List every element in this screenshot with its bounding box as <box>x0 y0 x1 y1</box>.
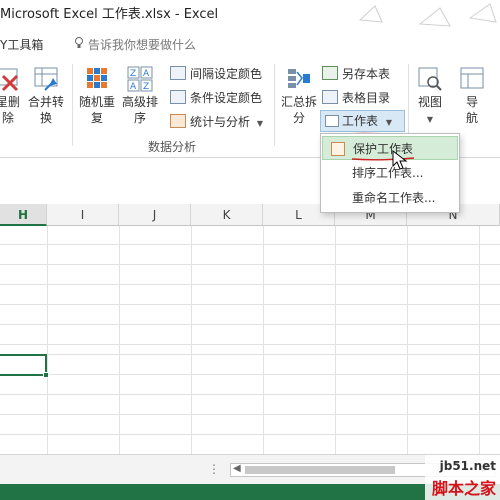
scroll-left-icon[interactable]: ◀ <box>233 463 241 474</box>
summarize-split-icon <box>288 69 310 88</box>
worksheet-label: 工作表 <box>342 114 379 128</box>
column-header-h[interactable]: H <box>0 204 47 226</box>
more-options-icon[interactable]: ⋮ <box>208 462 220 476</box>
advanced-sort-label-1: 高级排 <box>121 95 158 109</box>
merge-convert-label-1: 合并转 <box>27 95 64 109</box>
svg-text:Z: Z <box>143 82 149 92</box>
view-button[interactable]: 视图 ▼ <box>412 66 448 128</box>
save-sheet-as-button[interactable]: 另存本表 <box>322 64 390 84</box>
merge-convert-icon <box>34 67 58 91</box>
tell-me-search[interactable]: 告诉我你想要做什么 <box>74 36 196 53</box>
worksheet-dropdown-button[interactable]: 工作表 ▼ <box>320 110 405 132</box>
selected-cell[interactable] <box>0 354 47 376</box>
statistics-analysis-button[interactable]: 统计与分析 ▼ <box>170 112 263 132</box>
summarize-split-label-2: 分 <box>292 111 305 125</box>
save-sheet-label: 另存本表 <box>342 67 391 81</box>
fill-handle[interactable] <box>43 372 49 378</box>
view-icon <box>418 67 442 91</box>
column-header-j[interactable]: J <box>119 204 191 226</box>
title-bar: Microsoft Excel 工作表.xlsx - Excel <box>0 0 500 28</box>
delete-label-2: 除 <box>1 111 14 125</box>
summarize-split-button[interactable]: 汇总拆 分 <box>278 66 320 126</box>
chevron-down-icon: ▼ <box>256 119 263 128</box>
worksheet-icon <box>325 115 339 127</box>
delete-icon <box>0 68 19 92</box>
merge-convert-button[interactable]: 合并转 换 <box>24 66 68 126</box>
interval-color-label: 间隔设定颜色 <box>190 67 263 81</box>
delete-button[interactable]: 星删 除 <box>0 66 24 126</box>
navigation-label-2: 航 <box>465 111 478 125</box>
navigation-button[interactable]: 导 航 <box>454 66 490 126</box>
scrollbar-thumb[interactable] <box>245 466 395 474</box>
chevron-down-icon: ▼ <box>385 118 392 127</box>
random-repeat-label-1: 随机重 <box>78 95 115 109</box>
rename-sheets-label: 重命名工作表... <box>352 191 436 205</box>
menu-item-sort-sheets[interactable]: 排序工作表... <box>322 161 458 185</box>
ribbon-tab-row: Y工具箱 告诉我你想要做什么 <box>0 28 500 60</box>
worksheet-dropdown-menu: 保护工作表 排序工作表... 重命名工作表... <box>320 133 460 213</box>
sort-az-icon: Z A A Z <box>127 66 153 92</box>
worksheet-grid[interactable] <box>0 226 500 454</box>
tab-toolbox[interactable]: Y工具箱 <box>0 36 43 53</box>
advanced-sort-label-2: 序 <box>133 111 146 125</box>
menu-item-protect-sheet[interactable]: 保护工作表 <box>322 136 458 161</box>
save-sheet-icon <box>322 66 338 80</box>
window-title: Microsoft Excel 工作表.xlsx - Excel <box>0 7 219 22</box>
summarize-split-label-1: 汇总拆 <box>280 95 317 109</box>
lightbulb-icon <box>74 37 84 52</box>
random-repeat-button[interactable]: 随机重 复 <box>76 66 118 126</box>
ribbon-separator <box>274 64 275 146</box>
advanced-sort-button[interactable]: Z A A Z 高级排 序 <box>118 66 162 126</box>
random-repeat-icon <box>87 68 107 88</box>
conditional-color-icon <box>170 90 186 104</box>
svg-text:Z: Z <box>130 69 136 79</box>
delete-label-1: 星删 <box>0 95 20 109</box>
mouse-cursor-icon <box>392 150 408 170</box>
table-of-contents-icon <box>322 90 338 104</box>
svg-text:A: A <box>143 69 150 79</box>
menu-item-rename-sheets[interactable]: 重命名工作表... <box>322 186 458 210</box>
sort-sheets-label: 排序工作表... <box>352 166 424 180</box>
chevron-down-icon: ▼ <box>426 115 434 124</box>
column-header-i[interactable]: I <box>47 204 119 226</box>
conditional-color-label: 条件设定颜色 <box>190 91 263 105</box>
conditional-color-button[interactable]: 条件设定颜色 <box>170 88 262 108</box>
interval-color-icon <box>170 66 186 80</box>
statistics-icon <box>170 114 186 128</box>
watermark-brand: 脚本之家 <box>431 479 496 498</box>
table-of-contents-button[interactable]: 表格目录 <box>322 88 390 108</box>
watermark: jb51.net 脚本之家 <box>425 455 500 500</box>
svg-text:A: A <box>130 82 137 92</box>
watermark-url: jb51.net <box>439 459 496 473</box>
decorative-triangle-icon <box>358 3 497 27</box>
merge-convert-label-2: 换 <box>39 111 52 125</box>
interval-color-button[interactable]: 间隔设定颜色 <box>170 64 262 84</box>
search-placeholder: 告诉我你想要做什么 <box>88 38 197 52</box>
navigation-label-1: 导 <box>465 95 478 109</box>
navigation-icon <box>460 67 484 89</box>
random-repeat-label-2: 复 <box>90 111 103 125</box>
protect-sheet-icon <box>331 142 345 156</box>
column-header-k[interactable]: K <box>191 204 263 226</box>
table-of-contents-label: 表格目录 <box>342 91 391 105</box>
ribbon-separator <box>72 64 73 146</box>
group-label-data-analysis: 数据分析 <box>148 140 197 154</box>
statistics-label: 统计与分析 <box>190 115 251 129</box>
view-label: 视图 <box>417 95 442 109</box>
